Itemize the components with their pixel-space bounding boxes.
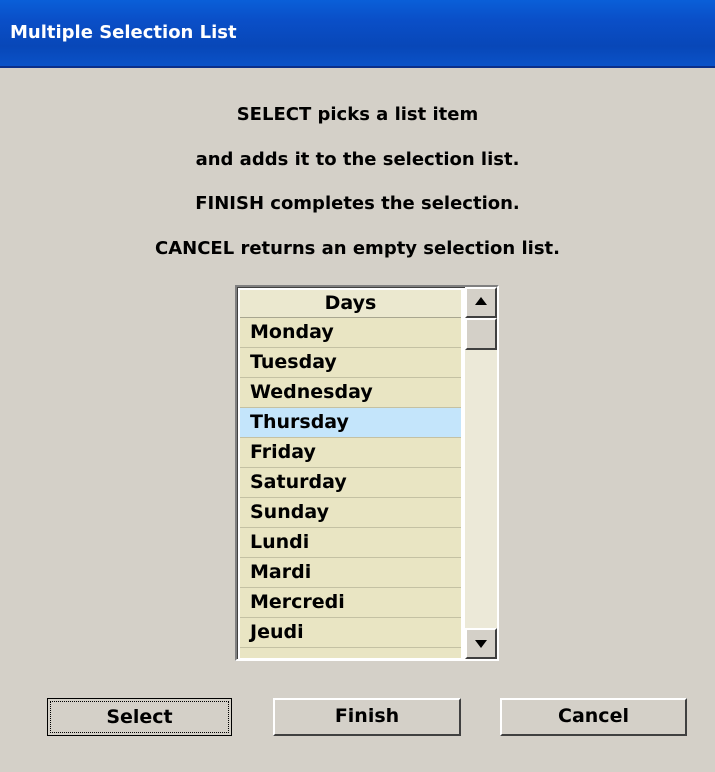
instruction-line-2: and adds it to the selection list.	[195, 149, 520, 170]
list-item-mardi[interactable]: Mardi	[240, 558, 461, 588]
instruction-line-1: SELECT picks a list item	[236, 104, 479, 125]
scroll-down-arrow-icon	[475, 640, 487, 648]
list-item-jeudi[interactable]: Jeudi	[240, 618, 461, 648]
select-button-label: Select	[50, 701, 229, 733]
instruction-line-4: CANCEL returns an empty selection list.	[155, 238, 560, 259]
scroll-up-arrow-icon	[475, 297, 487, 305]
list-item-wednesday[interactable]: Wednesday	[240, 378, 461, 408]
scroll-down-button[interactable]	[465, 628, 497, 659]
list-item-friday[interactable]: Friday	[240, 438, 461, 468]
cancel-button[interactable]: Cancel	[500, 698, 687, 736]
list-header-days: Days	[240, 290, 461, 318]
list-column: Days Monday Tuesday Wednesday Thursday F…	[240, 290, 461, 658]
scroll-up-button[interactable]	[465, 287, 497, 318]
days-listbox[interactable]: Days Monday Tuesday Wednesday Thursday F…	[235, 285, 499, 661]
window-title: Multiple Selection List	[10, 22, 237, 43]
vertical-scrollbar[interactable]	[465, 287, 497, 659]
list-item-tuesday[interactable]: Tuesday	[240, 348, 461, 378]
select-button[interactable]: Select	[47, 698, 232, 736]
listbox-frame: Days Monday Tuesday Wednesday Thursday F…	[237, 287, 497, 659]
title-bar[interactable]: Multiple Selection List	[0, 0, 715, 68]
list-item-saturday[interactable]: Saturday	[240, 468, 461, 498]
list-item-thursday[interactable]: Thursday	[240, 408, 461, 438]
scroll-thumb[interactable]	[465, 318, 497, 350]
instruction-line-3: FINISH completes the selection.	[195, 193, 520, 214]
finish-button[interactable]: Finish	[273, 698, 461, 736]
list-item-mercredi[interactable]: Mercredi	[240, 588, 461, 618]
list-item-monday[interactable]: Monday	[240, 318, 461, 348]
dialog-window: Multiple Selection List SELECT picks a l…	[0, 0, 715, 772]
list-item-sunday[interactable]: Sunday	[240, 498, 461, 528]
list-item-lundi[interactable]: Lundi	[240, 528, 461, 558]
